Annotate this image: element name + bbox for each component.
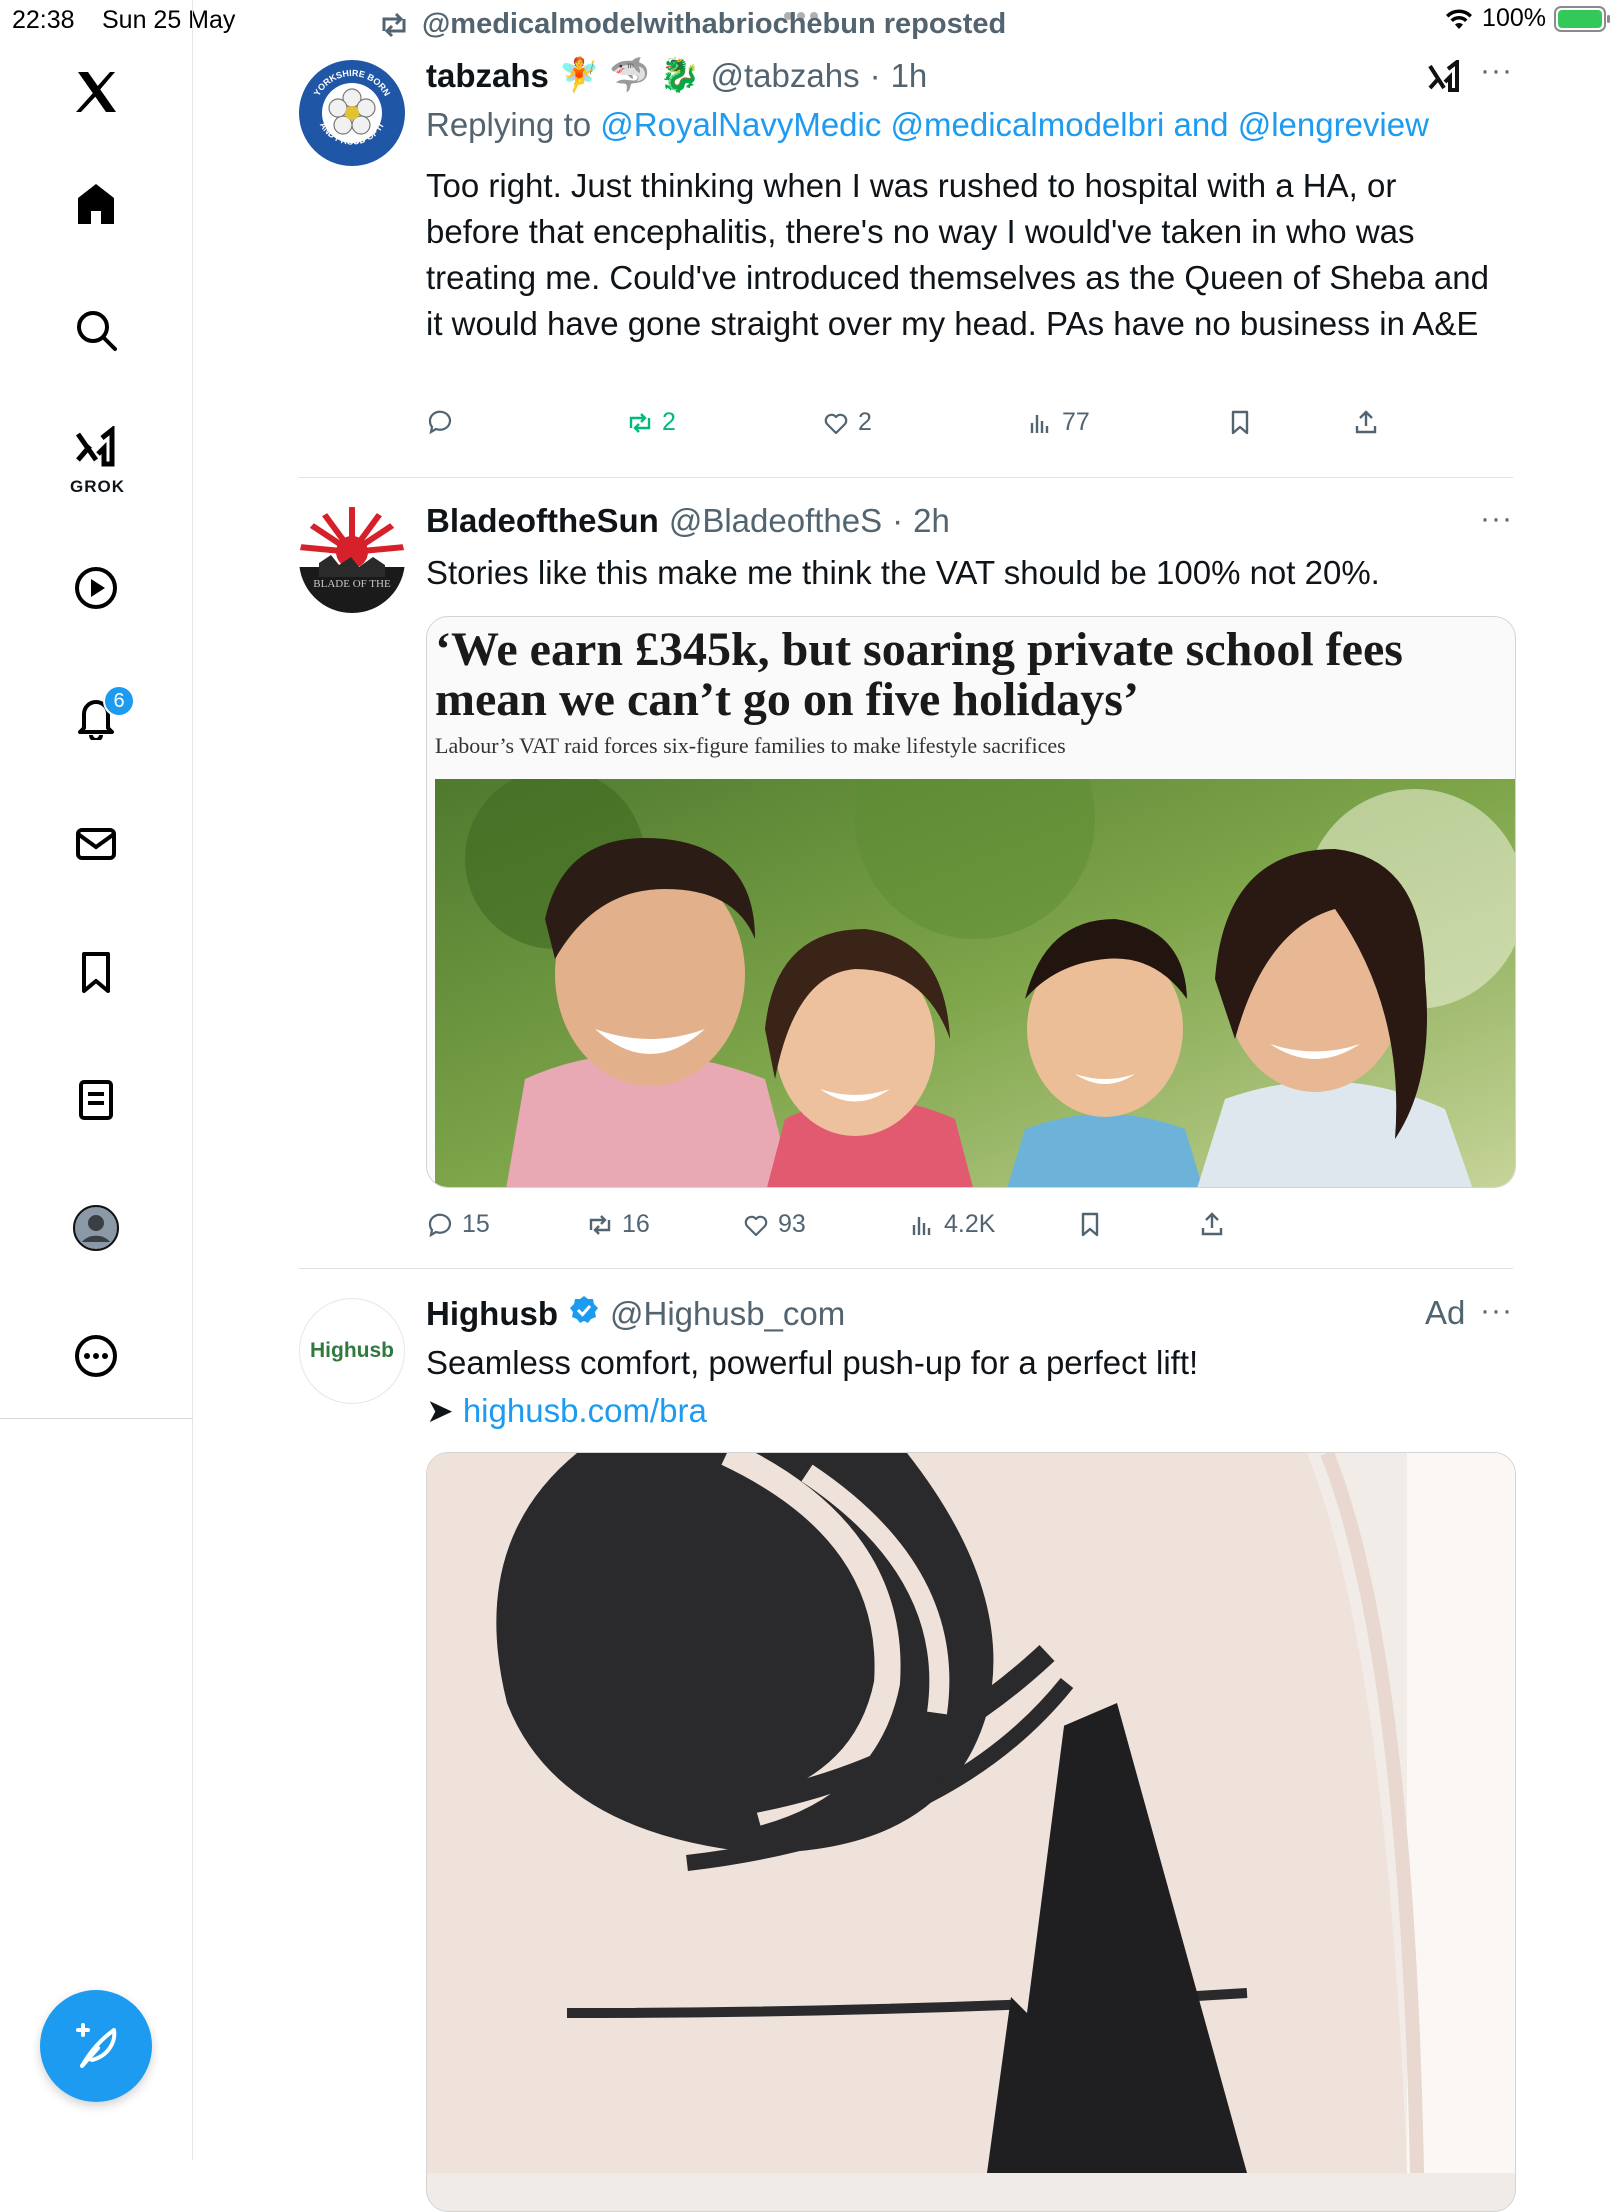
home-icon[interactable] [66, 174, 126, 234]
grok-icon[interactable] [66, 420, 126, 480]
repost-button[interactable]: 2 [626, 408, 676, 437]
compose-post-button[interactable] [40, 1990, 152, 2102]
tweet-more-icon[interactable]: ··· [1480, 54, 1513, 88]
views-chart-icon [1030, 414, 1049, 433]
share-button[interactable] [1198, 1210, 1226, 1238]
handle[interactable]: @tabzahs [710, 57, 859, 95]
reply-button[interactable]: 15 [426, 1210, 490, 1239]
ad-label: Ad [1425, 1294, 1466, 1331]
messages-envelope-icon[interactable] [66, 814, 126, 874]
repost-banner[interactable]: @medicalmodelwithabriochebun reposted [378, 8, 1006, 41]
video-play-icon[interactable] [66, 558, 126, 618]
tweet-actions: 15 16 93 4.2K [426, 1210, 1426, 1250]
arrow-icon: ➤ [426, 1392, 454, 1429]
article-headline: ‘We earn £345k, but soaring private scho… [435, 623, 1403, 726]
article-subhead: Labour’s VAT raid forces six-figure fami… [435, 733, 1066, 758]
tweet-text: Seamless comfort, powerful push-up for a… [426, 1344, 1199, 1381]
repost-icon [382, 12, 406, 37]
tweet-header: Highusb @Highusb_com [426, 1294, 845, 1334]
profile-avatar-icon[interactable] [66, 1198, 126, 1258]
lists-icon[interactable] [66, 1070, 126, 1130]
views-count: 4.2K [944, 1210, 996, 1238]
bookmarks-icon[interactable] [66, 942, 126, 1002]
grok-label: GROK [70, 477, 125, 496]
share-icon [1201, 1212, 1223, 1236]
tweet-text: Too right. Just thinking when I was rush… [426, 167, 1489, 342]
tweet-actions: 2 2 77 [426, 408, 1426, 448]
avatar-tabzahs[interactable]: YORKSHIRE BORN AND PROUD OF IT [299, 60, 405, 166]
name-emojis: 🧚 🦈 🐉 [558, 56, 701, 93]
tweet-divider [299, 477, 1513, 478]
tweet-header: BladeoftheSun @BladeoftheS · 2h [426, 502, 950, 540]
article-image-card[interactable]: ‘We earn £345k, but soaring private scho… [426, 616, 1516, 1188]
ad-link[interactable]: highusb.com/bra [463, 1392, 707, 1429]
display-name[interactable]: BladeoftheSun [426, 502, 659, 540]
reply-count: 15 [462, 1210, 490, 1238]
avatar-text: BLADE OF THE [313, 578, 391, 590]
tweet-divider [299, 1268, 1513, 1269]
family-photo [435, 779, 1515, 1187]
reply-button[interactable] [426, 408, 462, 436]
repost-banner-text: @medicalmodelwithabriochebun reposted [422, 8, 1007, 40]
more-options-icon[interactable] [66, 1326, 126, 1386]
reply-icon [428, 1213, 452, 1237]
display-name[interactable]: Highusb [426, 1295, 558, 1333]
tweet-link-line: ➤ highusb.com/bra [426, 1388, 1496, 1434]
tweet-header: tabzahs 🧚 🦈 🐉 @tabzahs · 1h [426, 56, 927, 95]
bookmark-icon [1231, 410, 1249, 435]
avatar-bladeofthesun[interactable]: BLADE OF THE [299, 507, 405, 613]
views-button[interactable]: 4.2K [908, 1210, 995, 1239]
sidebar: GROK 6 [0, 0, 193, 2160]
handle[interactable]: @Highusb_com [610, 1295, 845, 1333]
avatar-highusb[interactable]: Highusb [299, 1298, 405, 1404]
bookmark-button[interactable] [1076, 1210, 1104, 1238]
views-button[interactable]: 77 [1026, 408, 1090, 437]
dot-separator: · [869, 56, 881, 94]
compose-feather-icon [76, 2023, 117, 2068]
repost-count: 16 [622, 1210, 650, 1238]
tweet-more-icon[interactable]: ··· [1480, 502, 1513, 536]
timeline-feed: @medicalmodelwithabriochebun reposted YO… [193, 0, 1516, 2212]
replying-to: Replying to @RoyalNavyMedic @medicalmode… [426, 106, 1429, 144]
views-count: 77 [1062, 408, 1090, 436]
repost-button[interactable]: 16 [586, 1210, 650, 1239]
dot-separator: · [892, 502, 904, 539]
share-icon [1355, 410, 1377, 434]
display-name[interactable]: tabzahs [426, 57, 549, 95]
like-count: 2 [858, 408, 872, 436]
notification-badge: 6 [103, 685, 135, 717]
like-button[interactable]: 93 [742, 1210, 806, 1239]
like-button[interactable]: 2 [822, 408, 872, 437]
replying-prefix: Replying to [426, 106, 592, 143]
verified-badge-icon [568, 1294, 600, 1334]
battery-icon [1554, 5, 1610, 32]
views-chart-icon [912, 1216, 931, 1235]
heart-icon [824, 413, 848, 434]
repost-count: 2 [662, 408, 676, 436]
ad-image-card[interactable] [426, 1452, 1516, 2212]
heart-icon [744, 1215, 768, 1236]
tweet-text: Stories like this make me think the VAT … [426, 554, 1380, 591]
repost-icon [629, 412, 651, 433]
like-count: 93 [778, 1210, 806, 1238]
bookmark-icon [1081, 1212, 1099, 1237]
tweet-more-icon[interactable]: ··· [1480, 1294, 1513, 1328]
handle[interactable]: @BladeoftheS [669, 502, 882, 540]
reply-icon [428, 410, 452, 435]
ad-product-photo [427, 1453, 1515, 2173]
search-icon[interactable] [66, 300, 126, 360]
x-logo-icon[interactable] [66, 62, 126, 122]
sidebar-divider [0, 1418, 193, 1419]
share-button[interactable] [1352, 408, 1380, 436]
timestamp[interactable]: 1h [891, 57, 928, 95]
timestamp[interactable]: 2h [913, 502, 950, 540]
replying-mentions[interactable]: @RoyalNavyMedic @medicalmodelbri and @le… [600, 106, 1429, 143]
grok-explain-icon[interactable] [1426, 60, 1462, 96]
bookmark-button[interactable] [1226, 408, 1254, 436]
repost-icon [589, 1214, 611, 1235]
avatar-brand-text: Highusb [310, 1339, 394, 1362]
